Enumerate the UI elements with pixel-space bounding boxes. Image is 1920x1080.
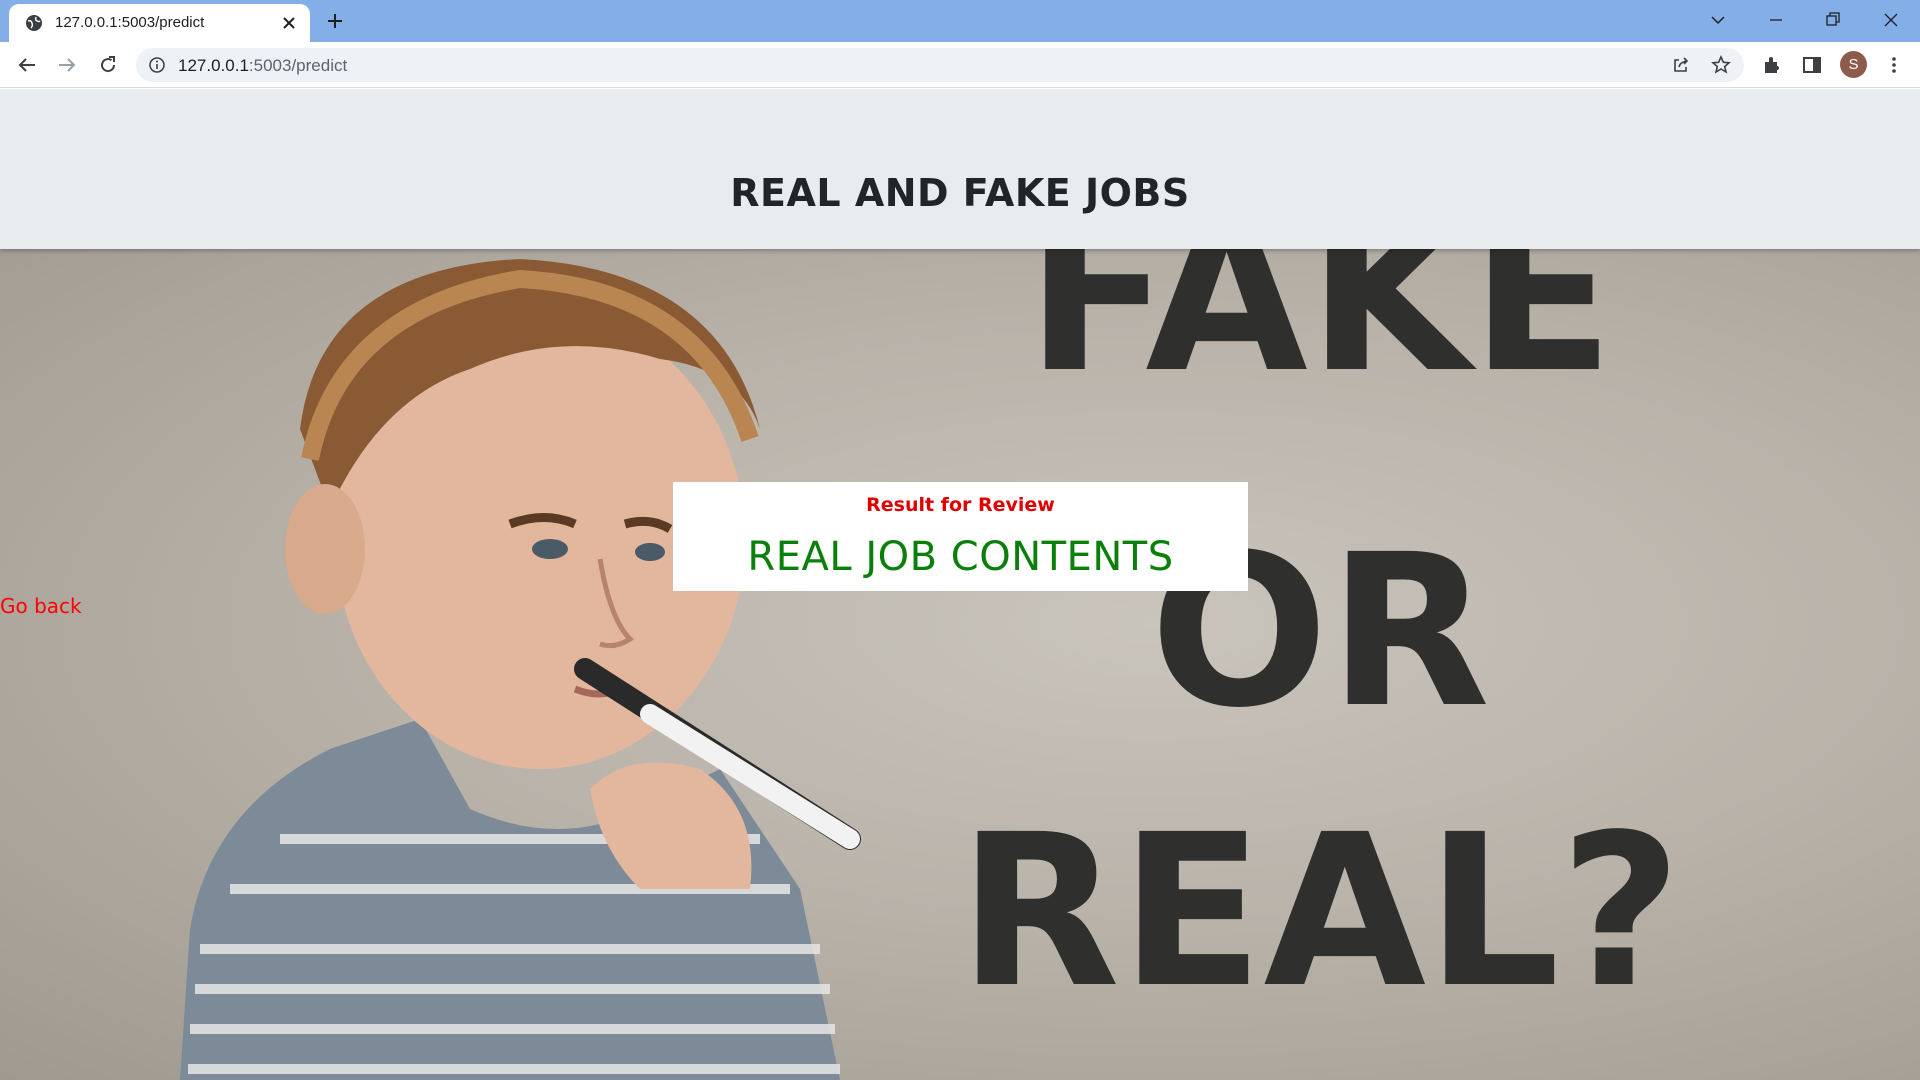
page-title: REAL AND FAKE JOBS xyxy=(730,171,1190,215)
browser-titlebar: 127.0.0.1:5003/predict xyxy=(0,0,1920,42)
page-header: REAL AND FAKE JOBS xyxy=(0,89,1920,249)
minimize-icon[interactable] xyxy=(1765,9,1787,31)
url-host: 127.0.0.1 xyxy=(178,56,249,75)
profile-avatar[interactable]: S xyxy=(1840,51,1867,78)
side-panel-icon[interactable] xyxy=(1800,53,1824,77)
chevron-down-icon[interactable] xyxy=(1707,9,1729,31)
url-text[interactable]: 127.0.0.1:5003/predict xyxy=(178,56,347,76)
result-card: Result for Review REAL JOB CONTENTS xyxy=(673,482,1248,591)
reload-icon[interactable] xyxy=(96,53,120,77)
back-arrow-icon[interactable] xyxy=(15,53,39,77)
address-bar[interactable]: 127.0.0.1:5003/predict xyxy=(136,48,1744,82)
hero-image: FAKE OR REAL? xyxy=(180,249,1682,1080)
restore-icon[interactable] xyxy=(1822,9,1844,31)
share-icon[interactable] xyxy=(1670,54,1692,76)
plus-icon[interactable] xyxy=(324,10,346,32)
browser-toolbar: 127.0.0.1:5003/predict S xyxy=(0,42,1920,88)
svg-text:FAKE: FAKE xyxy=(1026,249,1614,419)
page-viewport: REAL AND FAKE JOBS FAKE OR REAL? Result … xyxy=(0,89,1920,1080)
globe-icon xyxy=(26,15,42,31)
go-back-link[interactable]: Go back xyxy=(0,594,82,618)
close-icon[interactable] xyxy=(280,14,298,32)
star-icon[interactable] xyxy=(1710,54,1732,76)
result-value: REAL JOB CONTENTS xyxy=(747,534,1174,580)
tab-title: 127.0.0.1:5003/predict xyxy=(55,14,205,31)
info-icon[interactable] xyxy=(148,56,166,74)
browser-tab[interactable]: 127.0.0.1:5003/predict xyxy=(9,4,310,42)
extensions-icon[interactable] xyxy=(1760,53,1784,77)
result-label: Result for Review xyxy=(866,494,1055,516)
kebab-menu-icon[interactable] xyxy=(1882,53,1906,77)
svg-text:REAL?: REAL? xyxy=(958,789,1681,1034)
hero-lettering: FAKE OR REAL? xyxy=(958,249,1681,1034)
forward-arrow-icon[interactable] xyxy=(55,53,79,77)
url-path: :5003/predict xyxy=(248,56,348,75)
hero-background: FAKE OR REAL? xyxy=(0,249,1920,1080)
window-close-icon[interactable] xyxy=(1880,9,1902,31)
boy-illustration xyxy=(180,259,861,1080)
